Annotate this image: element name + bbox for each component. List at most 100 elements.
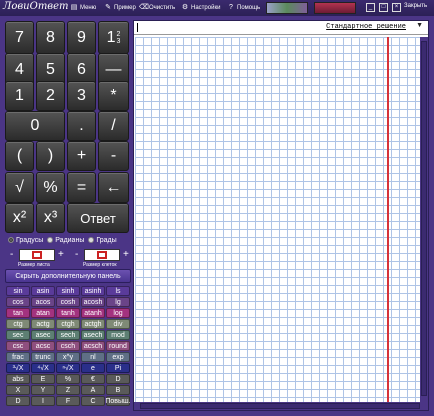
function-key[interactable]: sec [6, 330, 30, 340]
function-key[interactable]: asech [81, 330, 105, 340]
function-key[interactable]: atanh [81, 308, 105, 318]
key-open-paren[interactable]: ( [5, 141, 34, 171]
settings-button[interactable]: ⚙ Настройки [181, 3, 221, 13]
clear-button[interactable]: ⌫ Очистить [139, 3, 175, 13]
function-key[interactable]: sech [56, 330, 80, 340]
key-9[interactable]: 9 [67, 21, 96, 54]
function-key[interactable]: exp [106, 352, 130, 362]
function-key[interactable]: asin [31, 286, 55, 296]
key-2[interactable]: 2 [36, 81, 65, 111]
function-key[interactable]: ctg [6, 319, 30, 329]
sheet-size-plus[interactable]: + [58, 249, 64, 261]
cell-size-preview[interactable] [84, 249, 120, 261]
exit-button[interactable]: Закрыть [404, 3, 427, 9]
function-key[interactable]: ctgh [56, 319, 80, 329]
function-key[interactable]: ⁿ√X [56, 363, 80, 373]
function-key[interactable]: tanh [56, 308, 80, 318]
function-key[interactable]: csch [56, 341, 80, 351]
key-1[interactable]: 1 [5, 81, 34, 111]
help-button[interactable]: ? Помощь [227, 3, 260, 13]
key-sqrt[interactable]: √ [5, 172, 34, 203]
horizontal-scrollbar[interactable] [134, 402, 428, 410]
function-key[interactable]: div [106, 319, 130, 329]
function-key[interactable]: X [6, 385, 30, 395]
function-key[interactable]: Pi [106, 363, 130, 373]
minimize-icon[interactable]: _ [366, 3, 375, 12]
function-key[interactable]: x^y [56, 352, 80, 362]
function-key[interactable]: csc [6, 341, 30, 351]
key-close-paren[interactable]: ) [36, 141, 65, 171]
key-7[interactable]: 7 [5, 21, 34, 54]
function-key[interactable]: log [106, 308, 130, 318]
function-key[interactable]: Y [31, 385, 55, 395]
function-key[interactable]: ³√X [6, 363, 30, 373]
function-key[interactable]: C [81, 396, 105, 406]
key-cube[interactable]: x³ [36, 203, 65, 233]
color-swatch-active[interactable] [314, 2, 356, 14]
function-key[interactable]: Z [56, 385, 80, 395]
cell-size-plus[interactable]: + [123, 249, 129, 261]
function-key[interactable]: Повыш. [105, 396, 131, 406]
function-key[interactable]: acsch [81, 341, 105, 351]
function-key[interactable]: A [81, 385, 105, 395]
vertical-scrollbar[interactable] [420, 37, 428, 402]
function-key[interactable]: cosh [56, 297, 80, 307]
key-decimal[interactable]: . [67, 111, 96, 141]
restore-icon[interactable]: □ [379, 3, 388, 12]
function-key[interactable]: acosh [81, 297, 105, 307]
function-key[interactable]: asec [31, 330, 55, 340]
function-key[interactable]: % [56, 374, 80, 384]
function-key[interactable]: cos [6, 297, 30, 307]
key-divide[interactable]: / [98, 111, 129, 141]
key-percent[interactable]: % [36, 172, 65, 203]
function-key[interactable]: actgh [81, 319, 105, 329]
function-key[interactable]: B [106, 385, 130, 395]
key-multiply[interactable]: * [98, 81, 129, 111]
key-backspace[interactable]: ← [98, 172, 129, 203]
function-key[interactable]: D [106, 374, 130, 384]
radio-degrees[interactable]: Градусы [8, 237, 43, 247]
solution-mode-select[interactable]: Стандартное решение ▼ [134, 21, 428, 35]
function-key[interactable]: acsc [31, 341, 55, 351]
hide-extra-panel-button[interactable]: Скрыть дополнительную панель [5, 269, 131, 283]
function-key[interactable]: trunc [31, 352, 55, 362]
function-key[interactable]: D [6, 396, 30, 406]
key-0[interactable]: 0 [5, 111, 65, 141]
key-square[interactable]: x² [5, 203, 34, 233]
radio-radians[interactable]: Радианы [47, 237, 84, 247]
cell-size-minus[interactable]: - [75, 249, 78, 261]
function-key[interactable]: E [31, 374, 55, 384]
color-swatch[interactable] [266, 2, 308, 14]
function-key[interactable]: sinh [56, 286, 80, 296]
key-answer[interactable]: Ответ [67, 203, 129, 233]
function-key[interactable]: atan [31, 308, 55, 318]
function-key[interactable]: ⁴√X [31, 363, 55, 373]
function-key[interactable]: € [81, 374, 105, 384]
function-key[interactable]: acos [31, 297, 55, 307]
function-key[interactable]: sin [6, 286, 30, 296]
function-key[interactable]: actg [31, 319, 55, 329]
function-key[interactable]: mod [106, 330, 130, 340]
key-plus[interactable]: + [67, 141, 96, 171]
key-mixed-fraction[interactable]: 123 [98, 21, 129, 54]
function-key[interactable]: e [81, 363, 105, 373]
function-key[interactable]: round [106, 341, 130, 351]
function-key[interactable]: lg [106, 297, 130, 307]
function-key[interactable]: ls [106, 286, 130, 296]
radio-grads[interactable]: Грады [88, 237, 117, 247]
key-8[interactable]: 8 [36, 21, 65, 54]
function-key[interactable]: frac [6, 352, 30, 362]
menu-button[interactable]: ▤ Меню [70, 3, 97, 13]
function-key[interactable]: tan [6, 308, 30, 318]
function-key[interactable]: I [31, 396, 55, 406]
sheet-size-preview[interactable] [19, 249, 55, 261]
grid-paper[interactable] [135, 37, 420, 402]
function-key[interactable]: nl [81, 352, 105, 362]
close-icon[interactable]: × [392, 3, 401, 12]
scroll-thumb[interactable] [140, 403, 420, 409]
function-key[interactable]: F [56, 396, 80, 406]
function-key[interactable]: asinh [81, 286, 105, 296]
key-equals[interactable]: = [67, 172, 96, 203]
key-3[interactable]: 3 [67, 81, 96, 111]
key-minus[interactable]: - [98, 141, 129, 171]
